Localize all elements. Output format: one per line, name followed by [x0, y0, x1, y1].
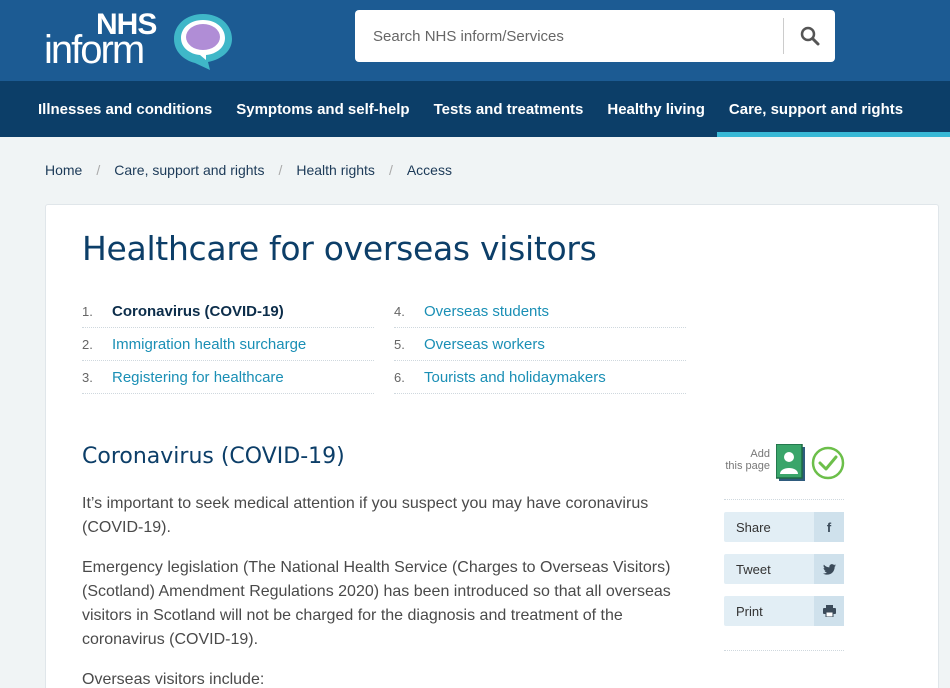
- toc-column-right: 4. Overseas students 5. Overseas workers…: [394, 295, 686, 394]
- tools-divider: [724, 650, 844, 651]
- paragraph-overseas-visitors: Overseas visitors include:: [82, 671, 265, 688]
- toc-item: 6. Tourists and holidaymakers: [394, 361, 686, 394]
- share-label: Share: [736, 520, 771, 535]
- breadcrumb: Home / Care, support and rights / Health…: [45, 162, 452, 178]
- toc-link-tourists[interactable]: Tourists and holidaymakers: [424, 369, 606, 386]
- add-page-line1: Add: [750, 448, 770, 460]
- print-icon: [814, 596, 844, 626]
- search-input[interactable]: [355, 10, 783, 62]
- breadcrumb-separator: /: [96, 162, 101, 178]
- tweet-button[interactable]: Tweet: [724, 554, 844, 584]
- nav-item-care-support[interactable]: Care, support and rights: [716, 81, 950, 137]
- toc-number: 3.: [82, 369, 93, 385]
- toc-item: 5. Overseas workers: [394, 328, 686, 361]
- search-icon: [800, 26, 819, 46]
- nav-item-symptoms[interactable]: Symptoms and self-help: [224, 81, 421, 137]
- add-page-label: Add this page: [725, 448, 770, 472]
- print-label: Print: [736, 604, 763, 619]
- breadcrumb-home[interactable]: Home: [45, 162, 82, 178]
- toc-item: 2. Immigration health surcharge: [82, 328, 374, 361]
- toc-link-immigration-surcharge[interactable]: Immigration health surcharge: [112, 336, 306, 353]
- tweet-label: Tweet: [736, 562, 771, 577]
- toc-column-left: 1. Coronavirus (COVID-19) 2. Immigration…: [82, 295, 374, 394]
- toc-item: 1. Coronavirus (COVID-19): [82, 295, 374, 328]
- paragraph-emergency-legislation: Emergency legislation (The National Heal…: [82, 559, 671, 648]
- toc-item: 3. Registering for healthcare: [82, 361, 374, 394]
- main-nav: Illnesses and conditions Symptoms and se…: [0, 81, 950, 137]
- toc-number: 4.: [394, 303, 405, 319]
- nhs-inform-logo[interactable]: NHS inform: [44, 8, 244, 72]
- toc-link-coronavirus: Coronavirus (COVID-19): [112, 302, 284, 320]
- nav-item-illnesses[interactable]: Illnesses and conditions: [26, 81, 224, 137]
- paragraph-seek-attention: It’s important to seek medical attention…: [82, 495, 649, 536]
- toc-link-overseas-students[interactable]: Overseas students: [424, 303, 549, 320]
- section-heading: Coronavirus (COVID-19): [82, 444, 345, 469]
- nav-item-tests[interactable]: Tests and treatments: [422, 81, 596, 137]
- toc-number: 6.: [394, 369, 405, 385]
- nav-item-healthy-living[interactable]: Healthy living: [595, 81, 717, 137]
- share-button[interactable]: Share f: [724, 512, 844, 542]
- check-circle-icon: [811, 446, 845, 480]
- add-page-line2: this page: [725, 460, 770, 472]
- logo-inform-text: inform: [44, 28, 145, 72]
- breadcrumb-separator: /: [278, 162, 283, 178]
- breadcrumb-health-rights[interactable]: Health rights: [296, 162, 375, 178]
- add-this-page[interactable]: Add this page: [718, 444, 846, 484]
- print-button[interactable]: Print: [724, 596, 844, 626]
- toc-link-overseas-workers[interactable]: Overseas workers: [424, 336, 545, 353]
- speech-bubble-icon: [174, 14, 232, 70]
- facebook-icon: f: [814, 512, 844, 542]
- tools-divider: [724, 499, 844, 500]
- toc-number: 1.: [82, 303, 93, 319]
- bookmark-book-icon: [776, 444, 805, 481]
- site-header: NHS inform: [0, 0, 950, 81]
- twitter-icon: [814, 554, 844, 584]
- toc-item: 4. Overseas students: [394, 295, 686, 328]
- search-box: [355, 10, 835, 62]
- toc-link-registering[interactable]: Registering for healthcare: [112, 369, 284, 386]
- search-button[interactable]: [784, 10, 835, 62]
- breadcrumb-separator: /: [388, 162, 393, 178]
- toc-number: 5.: [394, 336, 405, 352]
- page-title: Healthcare for overseas visitors: [82, 229, 597, 268]
- breadcrumb-access[interactable]: Access: [407, 162, 452, 178]
- breadcrumb-care-support[interactable]: Care, support and rights: [114, 162, 264, 178]
- toc-number: 2.: [82, 336, 93, 352]
